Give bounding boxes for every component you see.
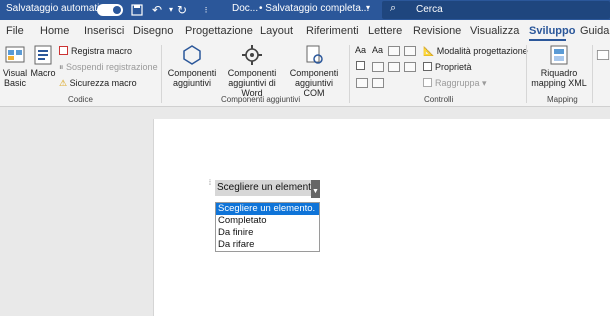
save-icon[interactable] bbox=[130, 2, 144, 18]
checkbox-control-icon[interactable] bbox=[356, 61, 368, 71]
group-icon bbox=[423, 78, 432, 87]
sospendi-registrazione-button: ⏸ Sospendi registrazione bbox=[59, 62, 158, 73]
legacy-tools-icon[interactable] bbox=[372, 78, 384, 88]
riquadro-mapping-label: Riquadro mapping XML bbox=[531, 68, 587, 88]
doc-name: Doc... bbox=[232, 3, 259, 14]
xml-mapping-icon bbox=[550, 45, 568, 65]
autosave-label: Salvataggio automatico bbox=[6, 3, 110, 14]
proprieta-button[interactable]: Proprietà bbox=[423, 62, 472, 72]
com-addin-icon bbox=[306, 45, 323, 64]
raggruppa-dropdown-icon: ▾ bbox=[479, 78, 487, 88]
tab-lettere[interactable]: Lettere bbox=[368, 25, 402, 37]
building-block-control-icon[interactable] bbox=[404, 46, 416, 56]
raggruppa-label: Raggruppa bbox=[435, 78, 480, 88]
tab-revisione[interactable]: Revisione bbox=[413, 25, 461, 37]
sicurezza-label: Sicurezza macro bbox=[69, 78, 137, 88]
search-box[interactable]: ⌕ Cerca bbox=[382, 1, 610, 19]
autosave-toggle[interactable] bbox=[97, 4, 123, 16]
plain-text-control-icon[interactable]: Aa bbox=[372, 45, 383, 55]
gear-icon bbox=[242, 45, 262, 65]
registra-macro-label: Registra macro bbox=[71, 46, 133, 56]
group-label-mapping: Mapping bbox=[547, 95, 578, 104]
group-label-controlli: Controlli bbox=[424, 95, 454, 104]
componenti-aggiuntivi-label: Componenti aggiuntivi bbox=[167, 68, 217, 88]
tab-progettazione[interactable]: Progettazione bbox=[185, 25, 253, 37]
dropdown-current-value: Scegliere un elemento. bbox=[217, 182, 311, 193]
visual-basic-label: Visual Basic bbox=[2, 68, 28, 88]
search-placeholder: Cerca bbox=[416, 4, 443, 15]
componenti-com-button[interactable]: Componenti aggiuntivi COM bbox=[285, 44, 343, 98]
tab-sviluppo[interactable]: Sviluppo bbox=[529, 25, 575, 37]
separator bbox=[592, 45, 593, 103]
undo-icon[interactable]: ↶ bbox=[150, 2, 164, 18]
content-control-handle[interactable]: ⁞ bbox=[209, 180, 214, 194]
macro-button[interactable]: Macro bbox=[30, 44, 56, 78]
active-tab-indicator bbox=[529, 39, 566, 41]
raggruppa-button: Raggruppa ▾ bbox=[423, 78, 487, 89]
tab-disegno[interactable]: Disegno bbox=[133, 25, 173, 37]
proprieta-label: Proprietà bbox=[435, 62, 472, 72]
tab-riferimenti[interactable]: Riferimenti bbox=[306, 25, 359, 37]
tab-file[interactable]: File bbox=[6, 25, 24, 37]
ribbon: Visual Basic Macro Registra macro ⏸ Sosp… bbox=[0, 42, 610, 107]
separator bbox=[526, 45, 527, 103]
properties-icon bbox=[423, 62, 432, 71]
sicurezza-macro-button[interactable]: ⚠ Sicurezza macro bbox=[59, 78, 137, 89]
dropdown-arrow-button[interactable]: ▼ bbox=[311, 180, 320, 198]
modalita-label: Modalità progettazione bbox=[436, 46, 528, 56]
tab-guida[interactable]: Guida bbox=[580, 25, 609, 37]
list-item[interactable]: Scegliere un elemento. bbox=[216, 203, 319, 215]
dropdown-content-control[interactable]: Scegliere un elemento. bbox=[215, 180, 311, 196]
componenti-word-label: Componenti aggiuntivi di Word bbox=[227, 68, 277, 98]
list-item[interactable]: Da rifare bbox=[216, 239, 319, 251]
macro-label: Macro bbox=[30, 68, 56, 78]
separator bbox=[161, 45, 162, 103]
tab-inserisci[interactable]: Inserisci bbox=[84, 25, 124, 37]
group-label-componenti: Componenti aggiuntivi bbox=[221, 95, 301, 104]
riquadro-mapping-button[interactable]: Riquadro mapping XML bbox=[530, 44, 588, 88]
list-item[interactable]: Completato bbox=[216, 215, 319, 227]
repeating-section-control-icon[interactable] bbox=[356, 78, 368, 88]
save-status: • Salvataggio completa... bbox=[259, 3, 370, 14]
combo-box-control-icon[interactable] bbox=[372, 62, 384, 72]
visual-basic-icon bbox=[5, 46, 25, 63]
componenti-com-label: Componenti aggiuntivi COM bbox=[289, 68, 339, 98]
componenti-aggiuntivi-button[interactable]: Componenti aggiuntivi bbox=[164, 44, 220, 88]
record-icon bbox=[59, 46, 68, 55]
group-label-codice: Codice bbox=[68, 95, 93, 104]
search-icon: ⌕ bbox=[390, 2, 397, 14]
macro-icon bbox=[34, 45, 52, 65]
addins-icon bbox=[183, 45, 201, 65]
tab-visualizza[interactable]: Visualizza bbox=[470, 25, 519, 37]
picture-control-icon[interactable] bbox=[388, 46, 400, 56]
dropdown-list-control-icon[interactable] bbox=[388, 62, 400, 72]
more-button[interactable] bbox=[596, 44, 610, 68]
protect-icon bbox=[596, 50, 610, 60]
design-mode-icon: 📐 bbox=[423, 46, 437, 56]
tab-home[interactable]: Home bbox=[40, 25, 69, 37]
modalita-progettazione-button[interactable]: 📐 Modalità progettazione bbox=[423, 46, 528, 57]
redo-icon[interactable]: ↻ bbox=[175, 2, 189, 18]
sospendi-label: Sospendi registrazione bbox=[66, 62, 158, 72]
status-dropdown-icon[interactable]: ▾ bbox=[366, 3, 370, 12]
pause-icon: ⏸ bbox=[59, 62, 67, 72]
list-item[interactable]: Da finire bbox=[216, 227, 319, 239]
title-bar: Salvataggio automatico ↶ ▾ ↻ ⁝ Doc... • … bbox=[0, 0, 610, 20]
registra-macro-button[interactable]: Registra macro bbox=[59, 46, 132, 56]
customize-icon[interactable]: ⁝ bbox=[199, 2, 213, 18]
separator bbox=[349, 45, 350, 103]
dropdown-list: Scegliere un elemento. Completato Da fin… bbox=[215, 202, 320, 252]
date-picker-control-icon[interactable] bbox=[404, 62, 416, 72]
visual-basic-button[interactable]: Visual Basic bbox=[2, 44, 28, 88]
tab-layout[interactable]: Layout bbox=[260, 25, 293, 37]
ribbon-tabs: File Home Inserisci Disegno Progettazion… bbox=[0, 20, 610, 42]
warning-icon: ⚠ bbox=[59, 78, 70, 88]
componenti-word-button[interactable]: Componenti aggiuntivi di Word bbox=[222, 44, 282, 98]
rich-text-control-icon[interactable]: Aa bbox=[355, 45, 366, 55]
toggle-knob bbox=[113, 6, 121, 14]
